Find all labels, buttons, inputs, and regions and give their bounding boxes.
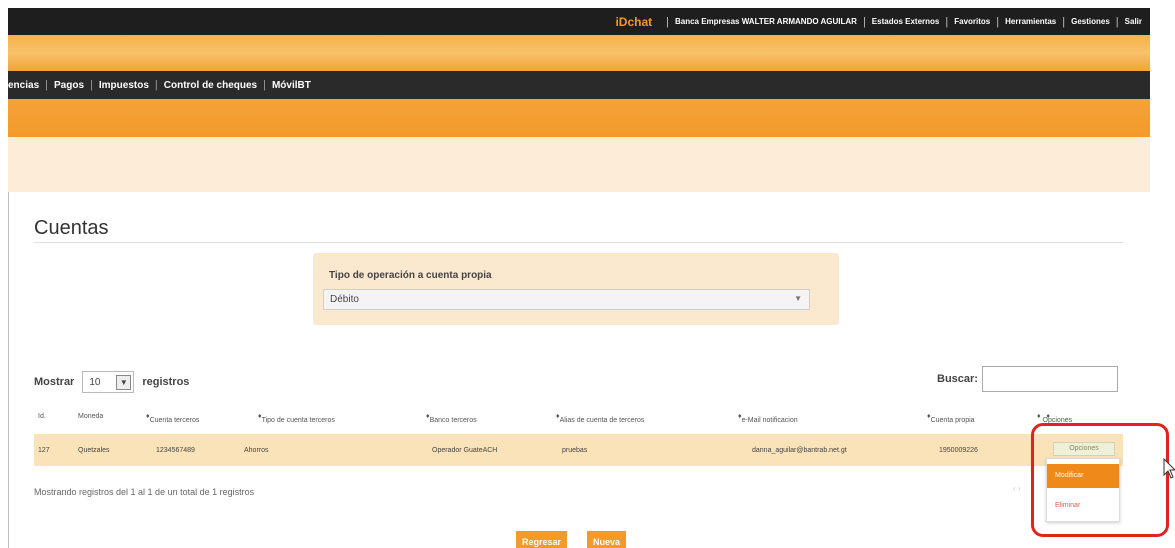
nav-item-pagos[interactable]: Pagos xyxy=(54,80,84,91)
new-button[interactable]: Nueva xyxy=(587,531,627,548)
cell-cuenta-propia: 1950009226 xyxy=(939,447,978,454)
column-header-alias[interactable]: ♦ Alias de cuenta de terceros xyxy=(556,413,644,424)
header-band xyxy=(8,35,1150,71)
top-link-user[interactable]: Banca Empresas WALTER ARMANDO AGUILAR xyxy=(675,17,857,26)
top-link-herramientas[interactable]: Herramientas xyxy=(1005,17,1056,26)
column-header-moneda[interactable]: Moneda xyxy=(78,413,103,420)
nav-separator: | xyxy=(154,79,158,91)
nav-separator: | xyxy=(45,79,48,91)
records-label: registros xyxy=(142,376,190,388)
nav-separator: | xyxy=(90,79,93,91)
cell-email: danna_aguilar@bantrab.net.gt xyxy=(752,447,847,454)
operation-type-panel: Tipo de operación a cuenta propia Débito… xyxy=(313,253,839,325)
column-header-email[interactable]: ♦ e-Mail notificacion xyxy=(738,413,798,424)
nav-item-impuestos[interactable]: Impuestos xyxy=(99,80,149,91)
search-control: Buscar: xyxy=(937,366,1118,392)
table-info: Mostrando registros del 1 al 1 de un tot… xyxy=(34,487,255,497)
breadcrumb-area xyxy=(8,137,1150,192)
back-button[interactable]: Regresar xyxy=(516,531,568,548)
page-length-control: Mostrar 10 ▼ registros xyxy=(34,370,189,394)
cell-alias: pruebas xyxy=(562,447,588,454)
highlight-annotation xyxy=(1031,423,1169,537)
cell-banco: Operador GuateACH xyxy=(432,447,498,454)
separator: | xyxy=(862,15,866,28)
separator: | xyxy=(945,15,949,28)
column-header-cuenta-propia[interactable]: ♦ Cuenta propia xyxy=(927,413,975,424)
nav-item-control-cheques[interactable]: Control de cheques xyxy=(164,80,257,91)
cell-tipo-cuenta: Ahorros xyxy=(244,447,269,454)
page-title: Cuentas xyxy=(34,217,109,239)
operation-type-select[interactable]: Débito ▼ xyxy=(323,289,810,310)
page-length-value: 10 xyxy=(89,376,101,388)
separator: | xyxy=(666,15,669,28)
operation-type-value: Débito xyxy=(330,294,359,305)
top-link-gestiones[interactable]: Gestiones xyxy=(1071,17,1110,26)
top-link-estados[interactable]: Estados Externos xyxy=(872,17,940,26)
title-divider xyxy=(34,242,1123,243)
search-input[interactable] xyxy=(981,366,1118,392)
dropdown-arrow-icon[interactable]: ▼ xyxy=(116,375,132,390)
brand-logo[interactable]: iDchat xyxy=(615,15,652,29)
cell-cuenta-terceros: 1234567489 xyxy=(156,447,195,454)
top-bar: iDchat | Banca Empresas WALTER ARMANDO A… xyxy=(8,8,1150,35)
table-row[interactable]: 127 Quetzales 1234567489 Ahorros Operado… xyxy=(34,434,1123,466)
main-nav: encias | Pagos | Impuestos | Control de … xyxy=(8,71,1150,99)
column-header-tipo-cuenta[interactable]: ♦ Tipo de cuenta terceros xyxy=(258,413,335,424)
column-header-opciones[interactable]: ♦ Opciones ♦ xyxy=(1037,413,1072,424)
chevron-down-icon: ▼ xyxy=(794,294,802,303)
separator: | xyxy=(1115,15,1119,28)
column-header-id[interactable]: Id. xyxy=(38,413,46,420)
column-header-cuenta-terceros[interactable]: ♦ Cuenta terceros xyxy=(146,413,199,424)
mouse-cursor-icon xyxy=(1163,458,1175,479)
cell-moneda: Quetzales xyxy=(78,447,110,454)
subnav-band xyxy=(8,99,1150,137)
show-label: Mostrar xyxy=(34,376,75,388)
cell-id: 127 xyxy=(38,447,50,454)
nav-item-movilbt[interactable]: MóvilBT xyxy=(272,80,311,91)
pagination[interactable]: ‹ › xyxy=(1013,484,1021,493)
search-label: Buscar: xyxy=(937,373,978,385)
page-length-select[interactable]: 10 ▼ xyxy=(82,371,135,393)
top-link-salir[interactable]: Salir xyxy=(1125,17,1142,26)
top-link-favoritos[interactable]: Favoritos xyxy=(954,17,990,26)
content-border xyxy=(8,192,9,548)
table-header: Id. Moneda ♦ Cuenta terceros ♦ Tipo de c… xyxy=(34,409,1123,427)
nav-separator: | xyxy=(263,79,266,91)
column-header-banco[interactable]: ♦ Banco terceros xyxy=(426,413,477,424)
separator: | xyxy=(996,15,1000,28)
operation-type-label: Tipo de operación a cuenta propia xyxy=(329,270,492,281)
separator: | xyxy=(1062,15,1066,28)
nav-item-transferencias[interactable]: encias xyxy=(8,80,39,91)
